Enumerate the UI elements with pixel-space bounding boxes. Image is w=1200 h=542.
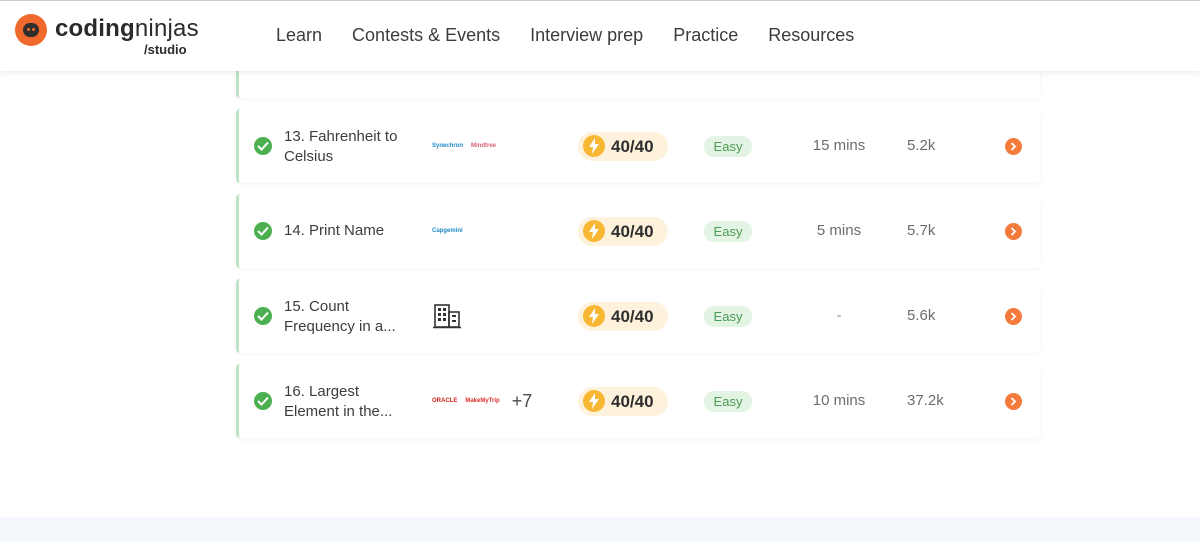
attempt-count: 5.7k bbox=[907, 222, 936, 239]
problem-title[interactable]: 16. Largest Element in the... bbox=[284, 382, 414, 422]
score-badge: 40/40 bbox=[578, 132, 668, 161]
brand-sub: /studio bbox=[144, 42, 187, 57]
nav-learn[interactable]: Learn bbox=[276, 25, 322, 46]
building-icon bbox=[433, 304, 461, 329]
brand-name: codingninjas bbox=[55, 15, 199, 43]
ninja-logo-icon bbox=[15, 14, 47, 46]
problem-row[interactable]: 16. Largest Element in the... ORACLE Mak… bbox=[236, 364, 1040, 438]
attempt-count: 5.2k bbox=[907, 137, 936, 154]
solved-check-icon bbox=[254, 392, 272, 410]
difficulty-badge: Easy bbox=[704, 306, 752, 327]
company-logo-makemytrip: MakeMyTrip bbox=[465, 398, 500, 404]
bolt-icon bbox=[583, 220, 605, 242]
company-logo-capgemini: Capgemini bbox=[432, 228, 463, 234]
company-logos: Synechron Mindtree bbox=[432, 134, 496, 158]
score-badge: 40/40 bbox=[578, 387, 668, 416]
problem-row[interactable]: 13. Fahrenheit to Celsius Synechron Mind… bbox=[236, 109, 1040, 183]
score-value: 40/40 bbox=[611, 137, 654, 156]
nav-practice[interactable]: Practice bbox=[673, 25, 738, 46]
solved-check-icon bbox=[254, 307, 272, 325]
nav-contests-events[interactable]: Contests & Events bbox=[352, 25, 500, 46]
nav-interview-prep[interactable]: Interview prep bbox=[530, 25, 643, 46]
bolt-icon bbox=[583, 135, 605, 157]
brand-name-light: ninjas bbox=[134, 15, 199, 42]
problem-title[interactable]: 15. Count Frequency in a... bbox=[284, 297, 414, 337]
problem-row[interactable]: 14. Print Name Capgemini 40/40 Easy 5 mi… bbox=[236, 194, 1040, 268]
attempt-count: 5.6k bbox=[907, 307, 936, 324]
company-logo-oracle: ORACLE bbox=[432, 398, 458, 404]
time-estimate: 10 mins bbox=[812, 392, 866, 409]
company-logo-synechron: Synechron bbox=[432, 143, 464, 149]
open-problem-chevron-icon[interactable] bbox=[1005, 308, 1022, 325]
open-problem-chevron-icon[interactable] bbox=[1005, 393, 1022, 410]
time-estimate: 15 mins bbox=[812, 137, 866, 154]
difficulty-badge: Easy bbox=[704, 136, 752, 157]
difficulty-badge: Easy bbox=[704, 391, 752, 412]
site-header: codingninjas /studio Learn Contests & Ev… bbox=[0, 1, 1200, 71]
brand-logo[interactable]: codingninjas /studio bbox=[15, 13, 205, 59]
bolt-icon bbox=[583, 305, 605, 327]
company-logos: Capgemini bbox=[432, 219, 463, 243]
more-companies-count[interactable]: +7 bbox=[512, 391, 533, 412]
attempt-count: 37.2k bbox=[907, 392, 944, 409]
problem-title[interactable]: 14. Print Name bbox=[284, 221, 414, 241]
score-value: 40/40 bbox=[611, 392, 654, 411]
score-value: 40/40 bbox=[611, 222, 654, 241]
problem-title[interactable]: 13. Fahrenheit to Celsius bbox=[284, 127, 414, 167]
score-badge: 40/40 bbox=[578, 302, 668, 331]
open-problem-chevron-icon[interactable] bbox=[1005, 223, 1022, 240]
brand-name-bold: coding bbox=[55, 15, 135, 42]
time-estimate: - bbox=[836, 307, 842, 324]
score-badge: 40/40 bbox=[578, 217, 668, 246]
main-nav: Learn Contests & Events Interview prep P… bbox=[276, 25, 854, 46]
problem-row[interactable]: 15. Count Frequency in a... 40/40 Easy -… bbox=[236, 279, 1040, 353]
bolt-icon bbox=[583, 390, 605, 412]
nav-resources[interactable]: Resources bbox=[768, 25, 854, 46]
company-logo-mindtree: Mindtree bbox=[471, 143, 497, 149]
difficulty-badge: Easy bbox=[704, 221, 752, 242]
company-logos: ORACLE MakeMyTrip +7 bbox=[432, 389, 532, 413]
footer-band bbox=[0, 517, 1200, 542]
score-value: 40/40 bbox=[611, 307, 654, 326]
time-estimate: 5 mins bbox=[816, 222, 862, 239]
solved-check-icon bbox=[254, 137, 272, 155]
open-problem-chevron-icon[interactable] bbox=[1005, 138, 1022, 155]
solved-check-icon bbox=[254, 222, 272, 240]
